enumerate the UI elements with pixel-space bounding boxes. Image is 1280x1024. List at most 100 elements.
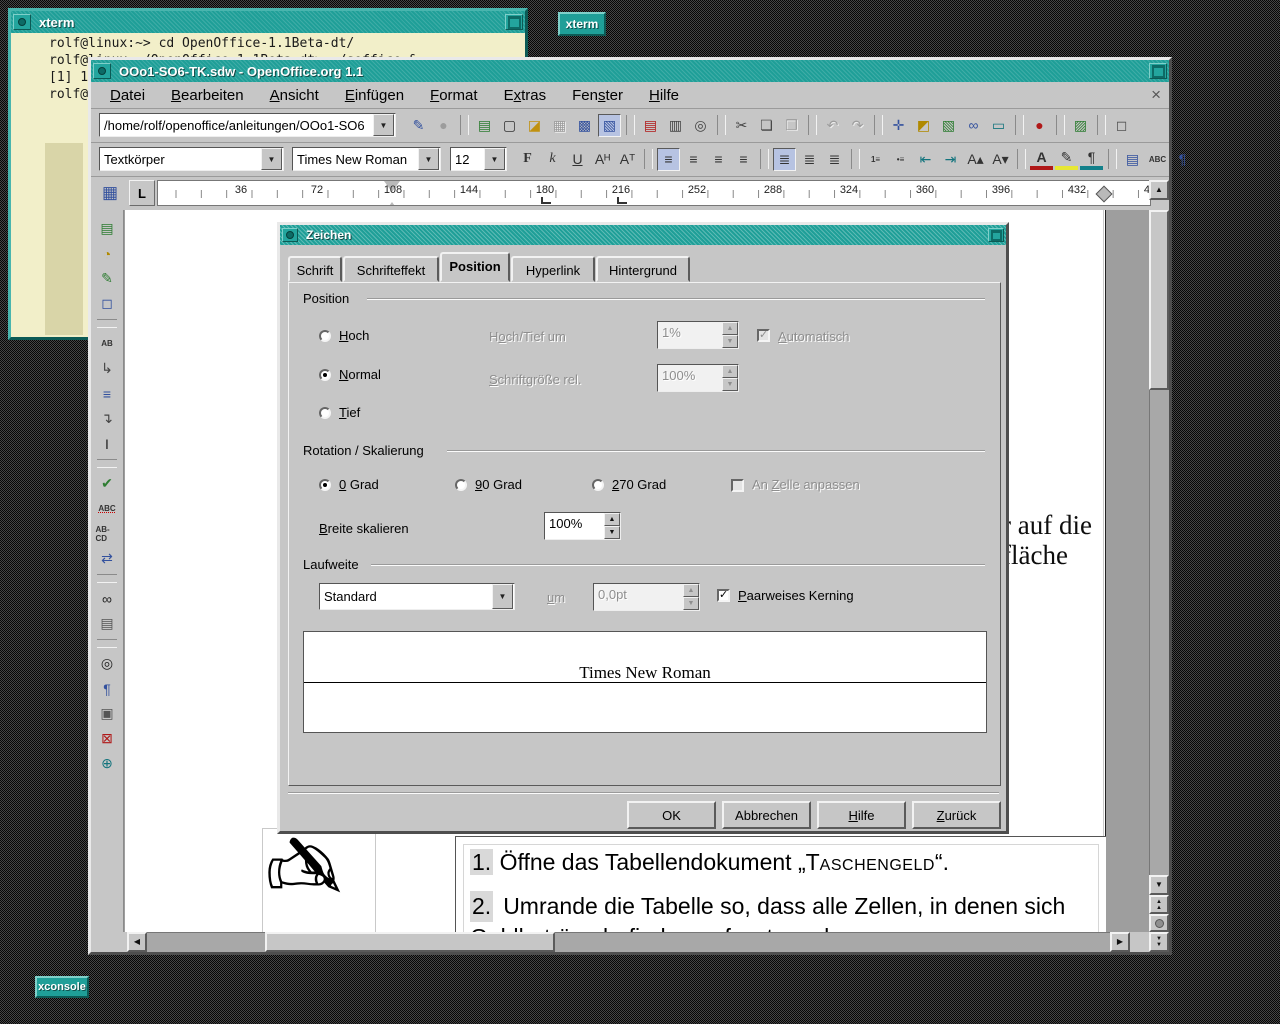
radio-tief[interactable] xyxy=(319,407,331,419)
data-sources-icon[interactable]: ▭ xyxy=(987,114,1010,137)
app-maximize-button[interactable] xyxy=(1149,63,1167,79)
menu-hilfe[interactable]: Hilfe xyxy=(636,85,692,106)
thesaurus-icon[interactable]: ⇄ xyxy=(96,547,119,570)
numbering-on-off-icon[interactable]: 1≡ xyxy=(864,148,887,171)
fontsize-rel-spinfield[interactable]: 100% ▲ ▼ xyxy=(657,364,739,392)
ok-button[interactable]: OK xyxy=(627,801,716,829)
tab-type-selector[interactable]: L xyxy=(129,180,155,206)
xterm-menu-button[interactable] xyxy=(13,14,31,30)
chevron-down-icon[interactable]: ▼ xyxy=(484,148,505,170)
paragraph-background-icon[interactable]: ¶ xyxy=(1080,149,1103,170)
radio-90-grad[interactable] xyxy=(455,479,467,491)
zoom-icon[interactable]: ◎ xyxy=(96,652,119,675)
horizontal-ruler[interactable]: 3672108144180216252288324360396432468 xyxy=(157,180,1151,206)
align-left-icon[interactable]: ≡ xyxy=(657,147,680,171)
edit-file-icon[interactable]: ▧ xyxy=(598,113,621,137)
font-size-combobox[interactable]: 12 ▼ xyxy=(450,147,507,171)
insert-icon[interactable]: ▤ xyxy=(96,217,119,240)
close-document-button[interactable]: × xyxy=(1151,85,1161,105)
character-dialog-icon[interactable]: ▤ xyxy=(1121,148,1144,171)
paragraph-dialog-icon[interactable]: ¶ xyxy=(1171,148,1194,171)
radio-hoch[interactable] xyxy=(319,330,331,342)
font-size-value[interactable]: 12 xyxy=(451,152,484,167)
underline-icon[interactable]: U xyxy=(566,148,589,171)
decrease-indent-icon[interactable]: ⇤ xyxy=(914,148,937,171)
chevron-down-icon[interactable]: ▼ xyxy=(373,114,394,136)
url-value[interactable]: /home/rolf/openoffice/anleitungen/OOo1-S… xyxy=(100,118,373,133)
automatisch-checkbox[interactable] xyxy=(757,329,770,342)
italic-icon[interactable]: k xyxy=(541,148,564,171)
auto-spellcheck-icon[interactable]: ABC xyxy=(96,497,119,520)
dialog-window-menu-button[interactable] xyxy=(282,228,298,242)
vertical-scrollbar-thumb[interactable] xyxy=(1149,210,1169,390)
hierarchical-lines-icon[interactable]: ↴ xyxy=(96,407,119,430)
menu-bearbeiten[interactable]: Bearbeiten xyxy=(158,85,257,106)
open-document-icon[interactable]: ◪ xyxy=(523,114,546,137)
breite-skalieren-spinfield[interactable]: 100% ▲ ▼ xyxy=(544,512,621,540)
record-macro-icon[interactable]: ● xyxy=(1028,114,1051,137)
list-item[interactable]: 1. Öffne das Tabellendokument „TASCHENGE… xyxy=(470,849,949,876)
bold-icon[interactable]: F xyxy=(516,148,539,171)
previous-page-button[interactable]: ▲ ▲ xyxy=(1149,895,1169,914)
chevron-down-icon[interactable]: ▼ xyxy=(418,148,439,170)
print-file-icon[interactable]: ▥ xyxy=(664,114,687,137)
undo-icon[interactable]: ↶ xyxy=(821,114,844,137)
radio-normal[interactable] xyxy=(319,369,331,381)
radio-270-grad-label[interactable]: 270 Grad xyxy=(612,477,666,492)
spin-up-icon[interactable]: ▲ xyxy=(604,513,620,526)
hilfe-button[interactable]: Hilfe xyxy=(817,801,906,829)
spin-down-icon[interactable]: ▼ xyxy=(722,378,738,391)
paarweises-kerning-label[interactable]: Paarweises Kerning xyxy=(738,588,854,603)
radio-normal-label[interactable]: Normal xyxy=(339,367,381,382)
xterm-maximize-button[interactable] xyxy=(505,14,523,30)
app-titlebar[interactable]: OOo1-SO6-TK.sdw - OpenOffice.org 1.1 xyxy=(91,60,1169,82)
bullets-on-off-icon[interactable]: •≡ xyxy=(889,148,912,171)
url-combobox[interactable]: /home/rolf/openoffice/anleitungen/OOo1-S… xyxy=(99,113,396,137)
radio-270-grad[interactable] xyxy=(592,479,604,491)
radio-hoch-label[interactable]: Hoch xyxy=(339,328,369,343)
export-pdf-icon[interactable]: ▤ xyxy=(639,114,662,137)
menu-fenster[interactable]: Fenster xyxy=(559,85,636,106)
line-spacing-1-icon[interactable]: ≣ xyxy=(773,147,796,171)
xterm-minimized-icon[interactable]: xterm xyxy=(558,12,606,36)
app-window-menu-button[interactable] xyxy=(93,63,111,79)
list-item[interactable]: 2. Umrande die Tabelle so, dass alle Zel… xyxy=(470,891,1090,932)
menu-einfuegen[interactable]: Einfügen xyxy=(332,85,417,106)
drawing-functions-icon[interactable]: ✎ xyxy=(96,267,119,290)
increase-indent-icon[interactable]: ⇥ xyxy=(939,148,962,171)
tab-hintergrund[interactable]: Hintergrund xyxy=(596,256,690,282)
spin-down-icon[interactable]: ▼ xyxy=(722,335,738,348)
abbrechen-button[interactable]: Abbrechen xyxy=(722,801,811,829)
spin-down-icon[interactable]: ▼ xyxy=(604,526,620,539)
copy-icon[interactable]: ❏ xyxy=(755,114,778,137)
spin-up-icon[interactable]: ▲ xyxy=(722,365,738,378)
zeichen-dialog[interactable]: Zeichen Schrift Schrifteffekt Position H… xyxy=(277,222,1009,834)
page-preview-icon[interactable]: ◎ xyxy=(689,114,712,137)
superscript-icon[interactable]: Aᴴ xyxy=(591,148,614,171)
data-source-view-icon[interactable]: ▤ xyxy=(96,612,119,635)
redo-icon[interactable]: ↷ xyxy=(846,114,869,137)
highlighting-icon[interactable]: ✎ xyxy=(1055,149,1078,170)
paarweises-kerning-checkbox[interactable] xyxy=(717,589,730,602)
insert-object-icon[interactable]: ◔ xyxy=(96,242,119,265)
an-zelle-anpassen-checkbox[interactable] xyxy=(731,479,744,492)
gallery-icon[interactable]: ◩ xyxy=(912,114,935,137)
dialog-maximize-button[interactable] xyxy=(988,228,1004,242)
xconsole-minimized-icon[interactable]: xconsole xyxy=(35,976,89,998)
align-right-icon[interactable]: ≡ xyxy=(707,148,730,171)
laufweite-dropdown[interactable]: Standard ▼ xyxy=(319,583,515,610)
menu-datei[interactable]: Datei xyxy=(97,85,158,106)
reduce-font-icon[interactable]: A▾ xyxy=(989,148,1012,171)
tab-schrift[interactable]: Schrift xyxy=(288,256,342,282)
web-view-icon[interactable]: ⊕ xyxy=(96,752,119,775)
dialog-titlebar[interactable]: Zeichen xyxy=(280,225,1006,245)
load-url-icon[interactable]: ✎ xyxy=(407,114,430,137)
subscript-icon[interactable]: Aᵀ xyxy=(616,148,639,171)
scroll-down-button[interactable]: ▼ xyxy=(1149,875,1169,895)
line-spacing-15-icon[interactable]: ≣ xyxy=(798,148,821,171)
xterm-titlebar[interactable]: xterm xyxy=(11,11,525,33)
um-value[interactable]: 0,0pt xyxy=(594,584,683,610)
task-list-frame[interactable]: 1. Öffne das Tabellendokument „TASCHENGE… xyxy=(455,836,1107,932)
menu-format[interactable]: Format xyxy=(417,85,491,106)
new-doc-from-template-icon[interactable]: ▤ xyxy=(473,114,496,137)
